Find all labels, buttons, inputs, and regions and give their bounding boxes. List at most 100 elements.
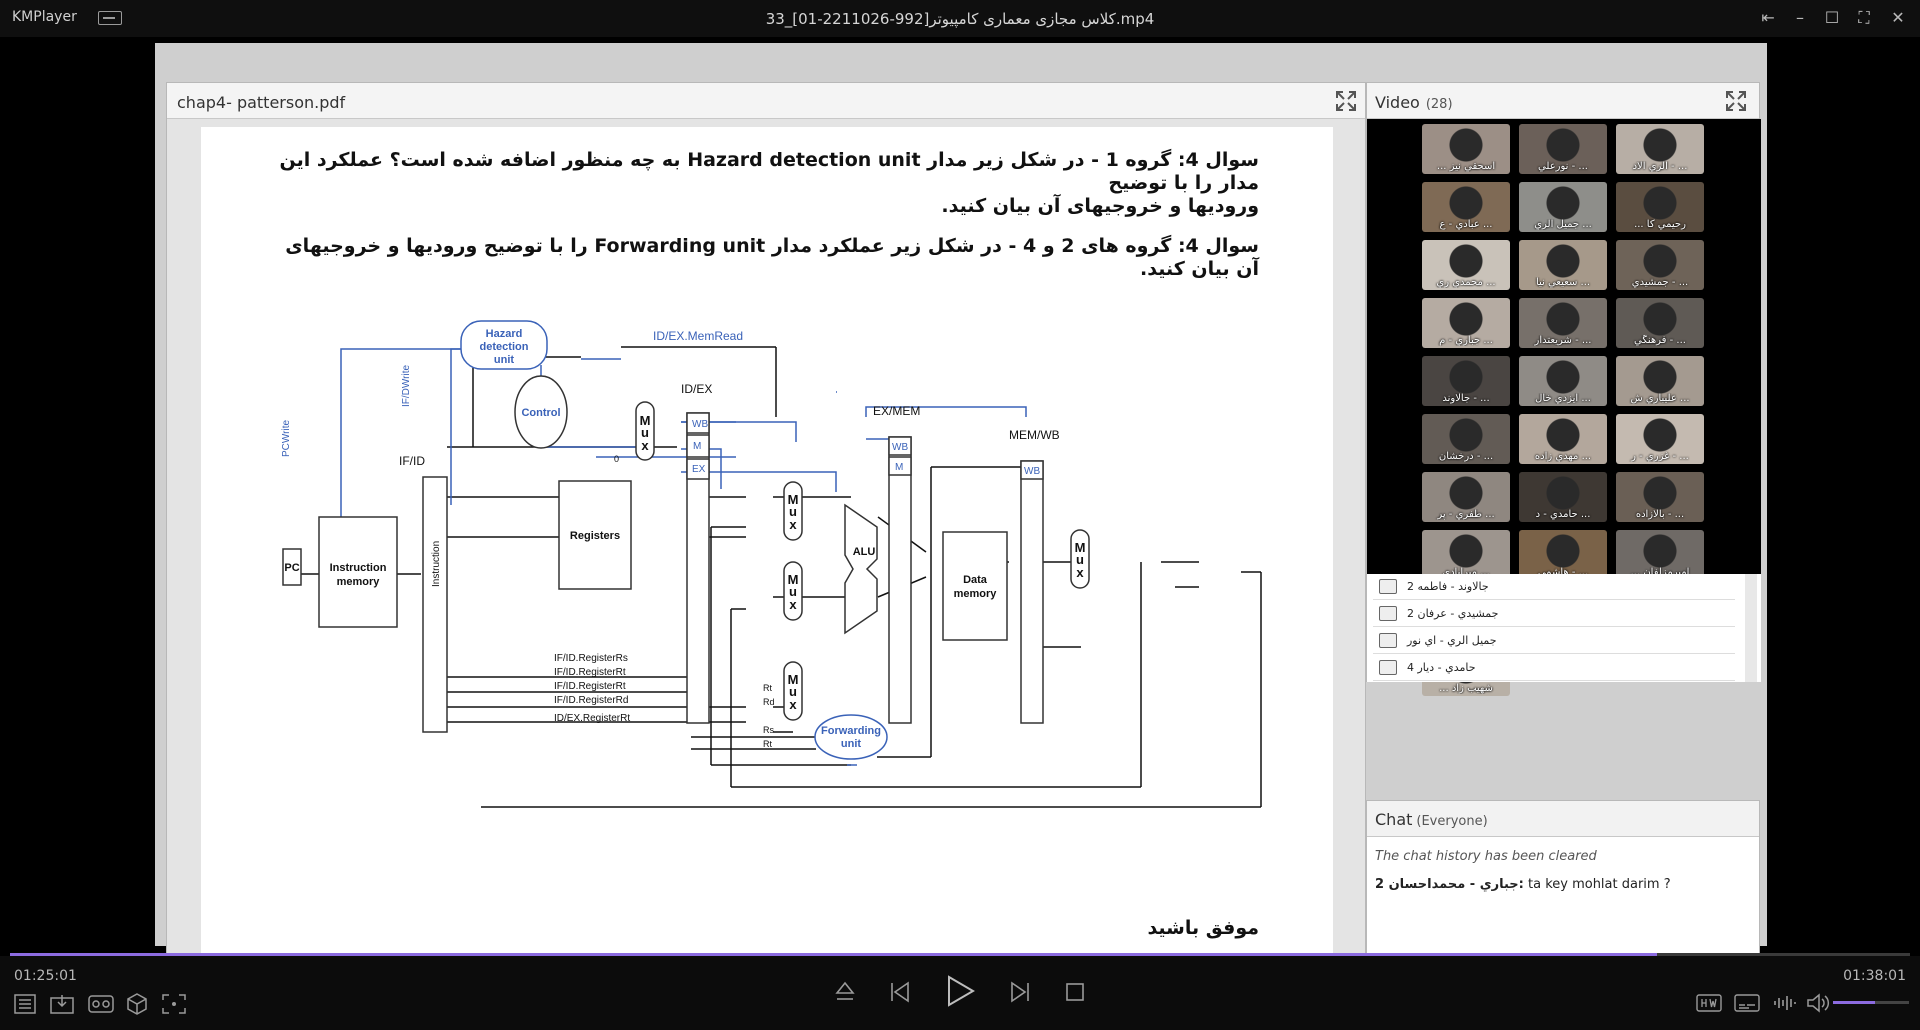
player-controls: 01:25:01 01:38:01 xyxy=(0,956,1920,1030)
chat-header: Chat (Everyone) xyxy=(1367,801,1759,837)
participant-video-tile[interactable]: ... - درخشان xyxy=(1422,414,1510,464)
reg-field-1: IF/ID.RegisterRs xyxy=(554,653,628,664)
play-button[interactable] xyxy=(944,974,976,1008)
dmem-label: Data xyxy=(963,574,988,586)
participant-row[interactable]: جمشيدي - عرفان 2 xyxy=(1373,601,1735,627)
participant-video-tile[interactable]: ... - جمشيدي xyxy=(1616,240,1704,290)
participant-video-tile[interactable]: ... محمدي ري xyxy=(1422,240,1510,290)
elapsed-time: 01:25:01 xyxy=(14,968,77,984)
id-ex-m: M xyxy=(693,441,701,452)
ex-mem-m: M xyxy=(895,462,903,473)
ifdwrite-label: IF/DWrite xyxy=(401,365,412,407)
participant-tile-label: رحيمي كا ... xyxy=(1634,219,1686,230)
reg-field-3: IF/ID.RegisterRt xyxy=(554,681,626,692)
id-ex-label: ID/EX xyxy=(681,382,712,396)
participant-video-tile[interactable]: ... عبادي - ع xyxy=(1422,182,1510,232)
participant-tile-label: ... - فرهنگي xyxy=(1634,335,1686,346)
3d-icon[interactable] xyxy=(126,993,148,1015)
participant-video-tile[interactable]: ... ميرابادي xyxy=(1422,530,1510,580)
stop-icon[interactable] xyxy=(1064,981,1086,1003)
pin-icon[interactable]: ⇤ xyxy=(1754,5,1782,31)
participant-video-tile[interactable]: اميرمزلفان ... xyxy=(1616,530,1704,580)
participant-tile-label: ... مهدي زاده xyxy=(1534,451,1592,462)
participant-video-tile[interactable]: رحيمي كا ... xyxy=(1616,182,1704,232)
participant-row[interactable]: حامدي - ديار 4 xyxy=(1373,655,1735,681)
participant-tile-label: ... - نورعلي xyxy=(1538,161,1588,172)
participant-video-tile[interactable]: ... - شريعتدار xyxy=(1519,298,1607,348)
capture-icon[interactable] xyxy=(162,994,186,1014)
participant-video-tile[interactable]: ... - بالازاده xyxy=(1616,472,1704,522)
participant-video-tile[interactable]: ... - جالاوند xyxy=(1422,356,1510,406)
id-ex-wb: WB xyxy=(692,419,708,430)
previous-icon[interactable] xyxy=(888,980,912,1004)
rs-label: Rs xyxy=(763,725,774,735)
hazard-unit-label: Hazard xyxy=(486,328,523,340)
video-stage[interactable]: chap4- patterson.pdf سوال 4: گروه 1 - در… xyxy=(0,37,1920,977)
participant-video-tile[interactable]: ... - هاشمي xyxy=(1519,530,1607,580)
participant-tile-label: ... ايزدي خال xyxy=(1535,393,1591,404)
participant-tile-label: اسحقي نيز ... xyxy=(1436,161,1496,172)
pdf-title: chap4- patterson.pdf xyxy=(177,93,346,112)
participant-tile-label: ... - شريعتدار xyxy=(1534,335,1592,346)
participant-scrollbar[interactable] xyxy=(1745,574,1757,682)
participant-tile-label: ... جميل الري xyxy=(1534,219,1592,230)
volume-level xyxy=(1833,1001,1875,1004)
next-icon[interactable] xyxy=(1008,980,1032,1004)
vr-icon[interactable] xyxy=(88,994,114,1014)
expand-icon[interactable] xyxy=(1335,90,1357,112)
registers-label: Registers xyxy=(570,530,620,542)
participant-tile-label: ... - بالازاده xyxy=(1635,509,1685,520)
participant-name: جالاوند - فاطمه 2 xyxy=(1407,580,1489,593)
rd-label: Rd xyxy=(763,697,775,707)
fullscreen-icon[interactable]: ⛶ xyxy=(1850,5,1878,31)
participant-video-tile[interactable]: ... - الري الاد xyxy=(1616,124,1704,174)
hw-decode-icon[interactable] xyxy=(1696,994,1722,1012)
participant-list: جالاوند - فاطمه 2 جمشيدي - عرفان 2 جميل … xyxy=(1367,574,1761,682)
pdf-page: سوال 4: گروه 1 - در شکل زیر مدار Hazard … xyxy=(201,127,1333,973)
question-1-line-1: سوال 4: گروه 1 - در شکل زیر مدار Hazard … xyxy=(279,149,1260,194)
maximize-button[interactable]: ☐ xyxy=(1818,5,1846,31)
chat-title-text: Chat xyxy=(1375,810,1413,829)
participant-row[interactable]: جالاوند - فاطمه 2 xyxy=(1373,574,1735,600)
participant-tile-label: ... جباري - م xyxy=(1439,335,1493,346)
participant-name: جمشيدي - عرفان 2 xyxy=(1407,607,1499,620)
participant-tile-label: ... محمدي ري xyxy=(1436,277,1496,288)
rt-label-2: Rt xyxy=(763,739,772,749)
equalizer-icon[interactable] xyxy=(1772,994,1798,1012)
mux-1-x: x xyxy=(641,438,649,453)
close-button[interactable]: ✕ xyxy=(1884,5,1912,31)
pdf-header: chap4- patterson.pdf xyxy=(167,83,1365,119)
participant-video-tile[interactable]: اسحقي نيز ... xyxy=(1422,124,1510,174)
volume-slider[interactable] xyxy=(1833,1001,1909,1004)
participant-video-tile[interactable]: ... جميل الري xyxy=(1519,182,1607,232)
participant-video-tile[interactable]: ... ايزدي خال xyxy=(1519,356,1607,406)
download-icon[interactable] xyxy=(50,994,74,1014)
instruction-bus-label: Instruction xyxy=(431,541,442,587)
video-title-text: Video xyxy=(1375,93,1420,112)
participant-video-tile[interactable]: ... حامدي - د xyxy=(1519,472,1607,522)
participant-video-tile[interactable]: ... طفري - پر xyxy=(1422,472,1510,522)
participant-video-tile[interactable]: ... سعيعي نيا xyxy=(1519,240,1607,290)
participant-name: جميل الري - اي نور xyxy=(1407,634,1497,647)
playlist-icon[interactable] xyxy=(14,994,36,1014)
participant-video-tile[interactable]: ... جباري - م xyxy=(1422,298,1510,348)
participant-video-tile[interactable]: ... عليباري ش xyxy=(1616,356,1704,406)
participant-row[interactable]: جميل الري - اي نور xyxy=(1373,628,1735,654)
subtitle-icon[interactable] xyxy=(1734,994,1760,1012)
forwarding-label-2: unit xyxy=(841,738,861,750)
camera-icon xyxy=(1379,660,1397,675)
zero-label: 0 xyxy=(614,454,619,464)
participant-video-tile[interactable]: ... مهدي زاده xyxy=(1519,414,1607,464)
video-expand-icon[interactable] xyxy=(1725,90,1747,112)
video-header: Video (28) xyxy=(1367,83,1759,119)
participant-tile-label: ... - غزري - ر xyxy=(1631,451,1689,462)
participant-video-tile[interactable]: ... - نورعلي xyxy=(1519,124,1607,174)
ex-mem-wb: WB xyxy=(892,442,908,453)
minimize-button[interactable]: – xyxy=(1786,5,1814,31)
participant-video-tile[interactable]: ... - فرهنگي xyxy=(1616,298,1704,348)
eject-icon[interactable] xyxy=(834,980,856,1004)
participant-video-tile[interactable]: ... - غزري - ر xyxy=(1616,414,1704,464)
volume-icon[interactable] xyxy=(1806,993,1830,1013)
video-pane: Video (28) اسحقي نيز ... ... - نورعلي ... -… xyxy=(1366,82,1761,696)
chat-scope: (Everyone) xyxy=(1416,814,1488,829)
